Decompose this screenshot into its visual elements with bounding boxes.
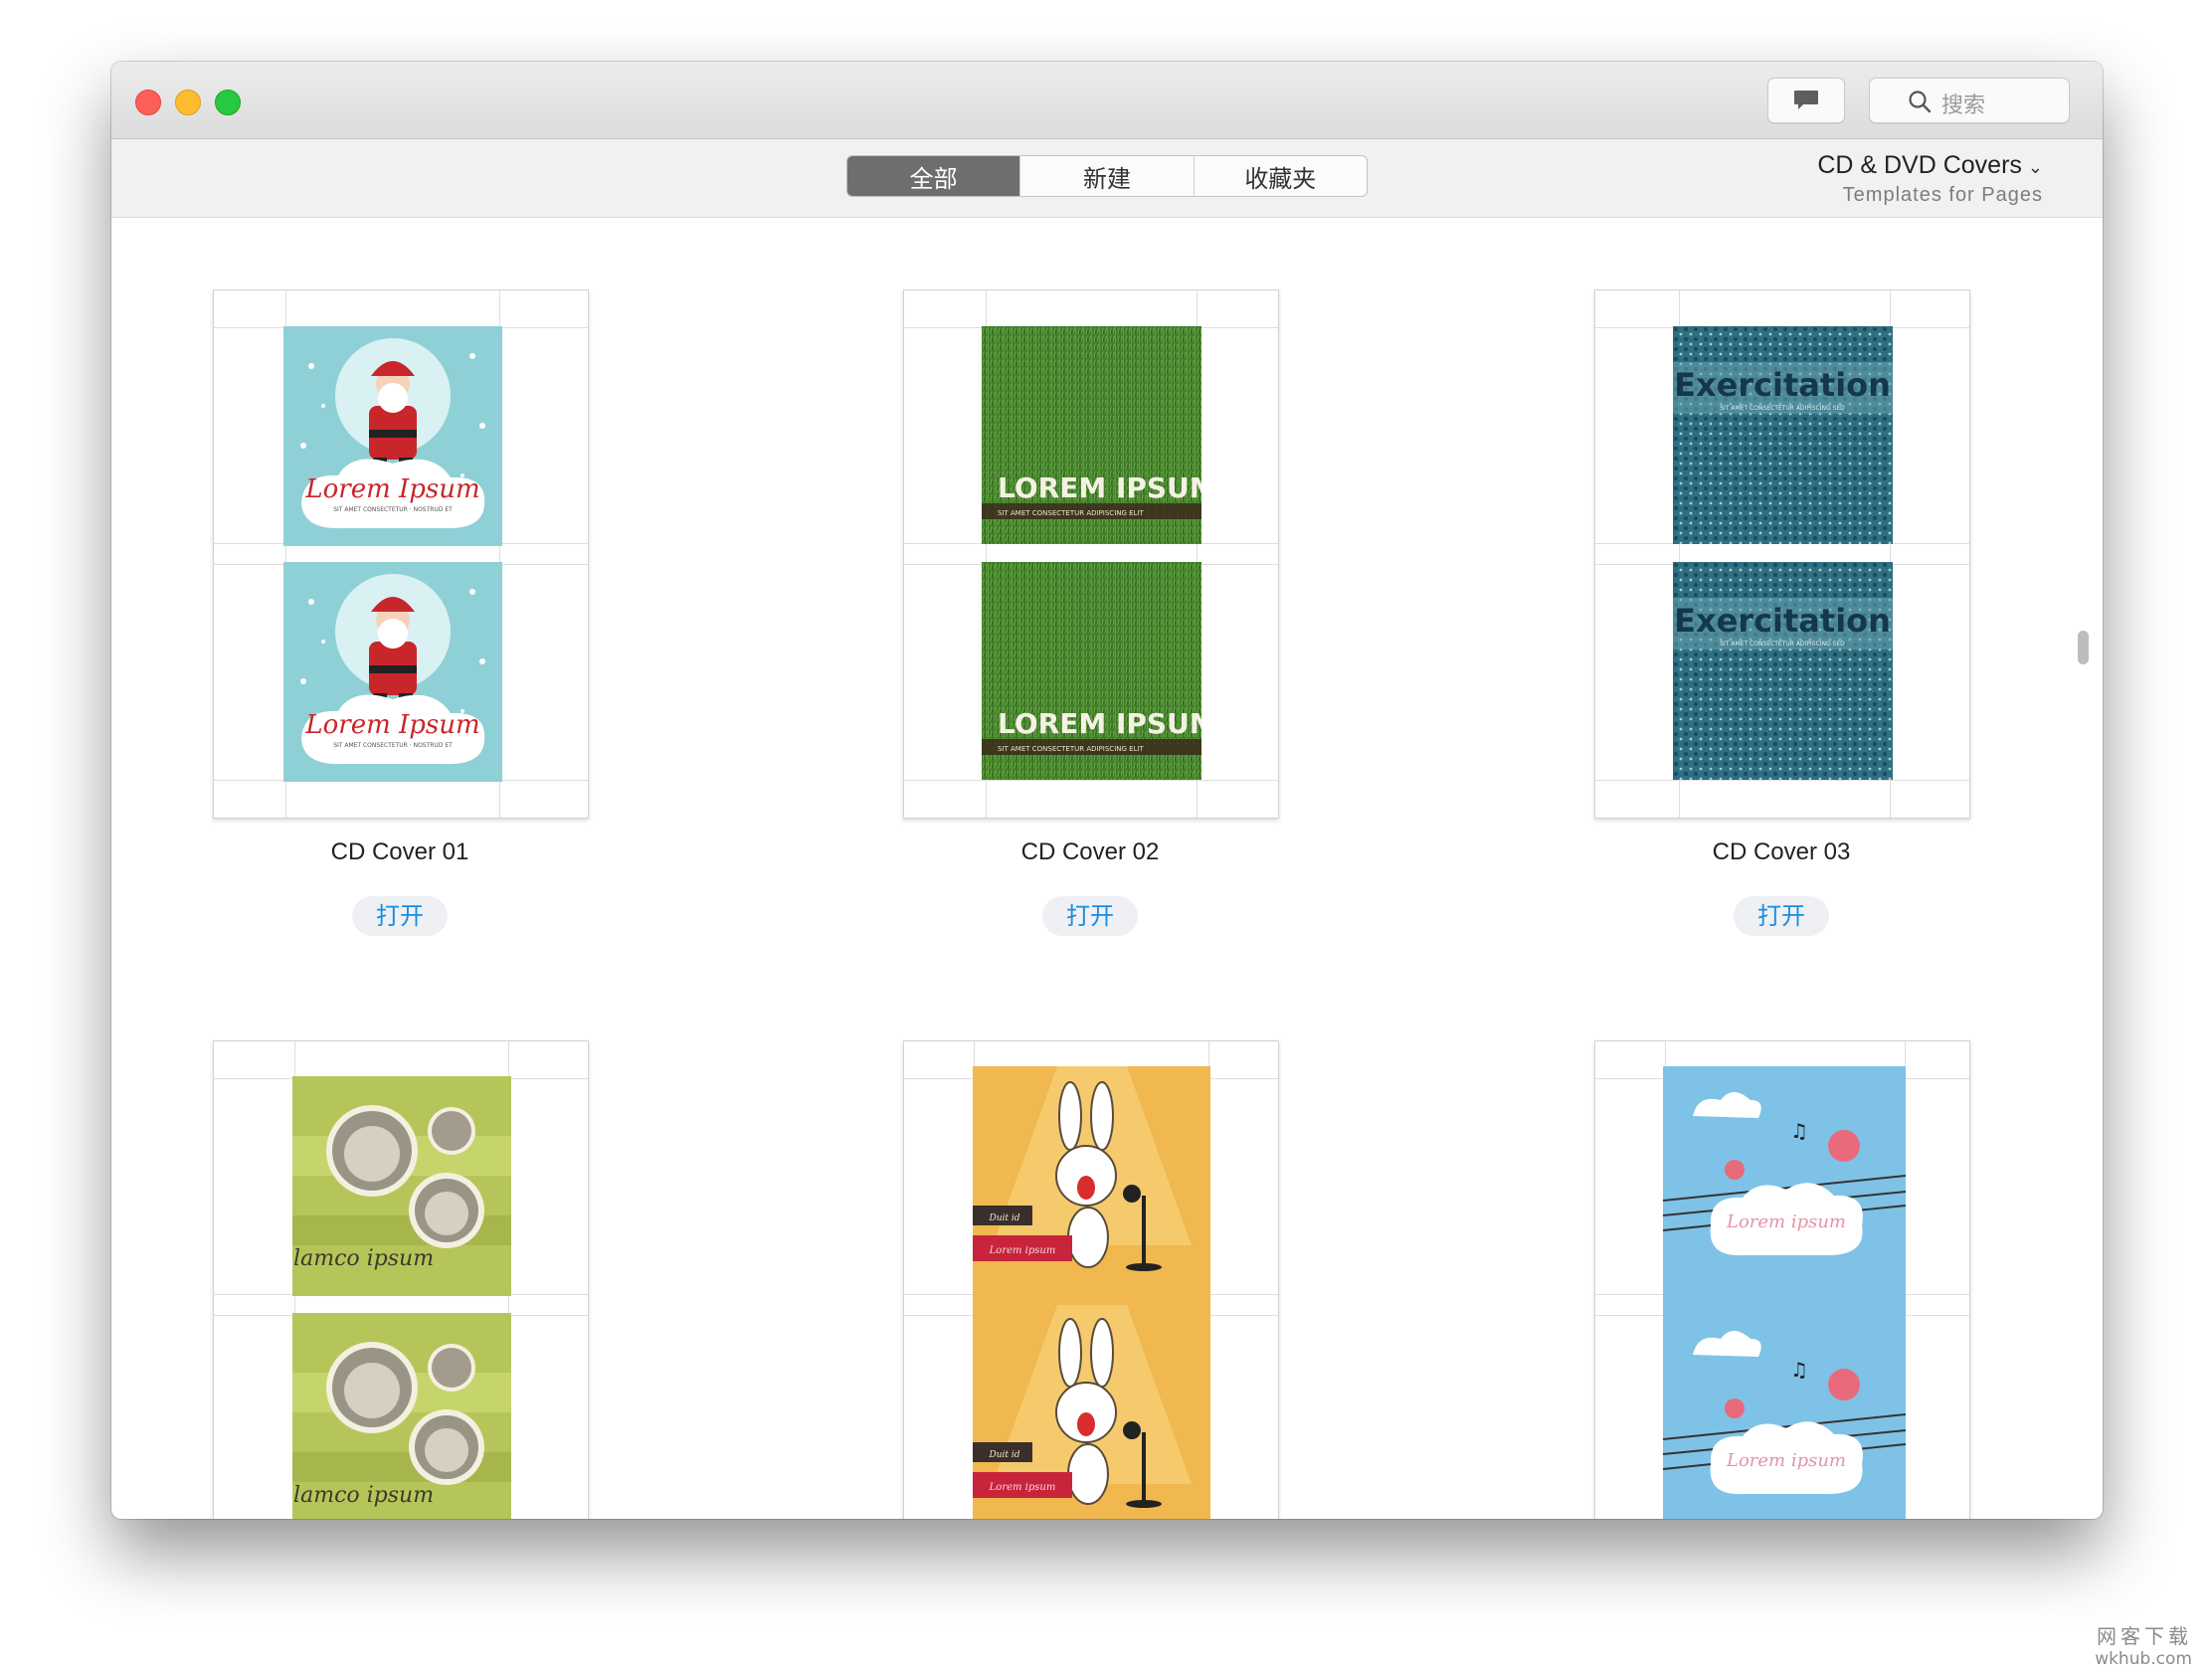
segment-all[interactable]: 全部 (847, 156, 1020, 196)
santa-cover-art: Lorem Ipsum SIT AMET CONSECTETUR · NOSTR… (283, 562, 502, 782)
chevron-down-icon: ⌄ (2027, 157, 2043, 177)
cover-subtitle-text: SIT AMET CONSECTETUR ADIPISCING SED (1720, 641, 1845, 648)
segment-favorites[interactable]: 收藏夹 (1193, 156, 1367, 196)
segment-new[interactable]: 新建 (1019, 156, 1193, 196)
open-button[interactable]: 打开 (1734, 896, 1829, 936)
cover-subtitle-text: SIT AMET CONSECTETUR ADIPISCING ELIT (998, 509, 1145, 517)
cover-subtitle-text: SIT AMET CONSECTETUR ADIPISCING SED (1720, 405, 1845, 412)
cover-subtitle-text: SIT AMET CONSECTETUR · NOSTRUD ET (333, 506, 453, 513)
cover-front: LOREM IPSUM SIT AMET CONSECTETUR ADIPISC… (982, 326, 1201, 544)
santa-cover-art: Lorem Ipsum SIT AMET CONSECTETUR · NOSTR… (283, 326, 502, 546)
template-thumbnail[interactable]: ♫ Lorem ipsum ♫ Lorem ipsum (1594, 1040, 1970, 1519)
watermark: 网客下载 wkhub.com (2095, 1620, 2192, 1669)
cover-title-text: Ellamco ipsum (292, 1483, 434, 1508)
template-thumbnail[interactable]: Lorem Ipsum SIT AMET CONSECTETUR · NOSTR… (213, 289, 589, 819)
cover-title-text: Ellamco ipsum (292, 1246, 434, 1271)
music-note-icon: ♫ (1790, 1119, 1808, 1143)
cover-title-text: Lorem ipsum (989, 1482, 1056, 1493)
title-bar: 搜索 (111, 62, 2103, 139)
cover-art: ♫ Lorem ipsum ♫ Lorem ipsum (1663, 1066, 1906, 1519)
template-card: Ellamco ipsum (213, 1040, 589, 1519)
cover-title-text: Lorem ipsum (1726, 1450, 1846, 1471)
category-subtitle: Templates for Pages (1842, 184, 2043, 206)
music-note-icon: ♫ (1790, 1358, 1808, 1382)
magnifier-icon (1909, 91, 1932, 113)
app-window: 搜索 全部 新建 收藏夹 CD & DVD Covers ⌄ Templates … (111, 62, 2103, 1519)
dots-cover-art: Exercitation SIT AMET CONSECTETUR ADIPIS… (1673, 326, 1893, 544)
template-card: Lorem Ipsum SIT AMET CONSECTETUR · NOSTR… (213, 289, 589, 936)
cover-title-text: Exercitation (1674, 366, 1891, 404)
template-thumbnail[interactable]: Ellamco ipsum (213, 1040, 589, 1519)
category-selector[interactable]: CD & DVD Covers ⌄ Templates for Pages (1817, 151, 2043, 207)
cover-title-text: Lorem Ipsum (304, 474, 479, 504)
cover-subtitle-text: Duit id (988, 1213, 1019, 1223)
close-window-button[interactable] (135, 90, 161, 115)
cover-front: Exercitation SIT AMET CONSECTETUR ADIPIS… (1673, 326, 1893, 544)
template-card: Exercitation SIT AMET CONSECTETUR ADIPIS… (1594, 289, 1970, 936)
cover-subtitle-text: SIT AMET CONSECTETUR · NOSTRUD ET (333, 742, 453, 749)
cover-front: Ellamco ipsum (292, 1076, 511, 1296)
template-card: ♫ Lorem ipsum ♫ Lorem ipsum (1594, 1040, 1970, 1519)
open-button[interactable]: 打开 (1042, 896, 1138, 936)
filter-segmented-control: 全部 新建 收藏夹 (846, 155, 1368, 197)
template-name: CD Cover 01 (330, 838, 469, 865)
cover-title-text: LOREM IPSUM (998, 707, 1201, 740)
cover-subtitle-text: Duit id (988, 1450, 1019, 1460)
zoom-window-button[interactable] (215, 90, 241, 115)
cover-title-text: Lorem ipsum (989, 1245, 1056, 1256)
cover-back: Lorem Ipsum SIT AMET CONSECTETUR · NOSTR… (283, 562, 502, 782)
template-grid: Lorem Ipsum SIT AMET CONSECTETUR · NOSTR… (111, 218, 2103, 1519)
baby-cover-art: Ellamco ipsum (292, 1076, 511, 1296)
template-name: CD Cover 02 (1020, 838, 1160, 865)
cover-back: LOREM IPSUM SIT AMET CONSECTETUR ADIPISC… (982, 562, 1201, 780)
template-thumbnail[interactable]: Exercitation SIT AMET CONSECTETUR ADIPIS… (1594, 289, 1970, 819)
cover-title-text: Lorem ipsum (1726, 1211, 1846, 1232)
speech-bubble-icon (1794, 91, 1818, 109)
dots-cover-art: Exercitation SIT AMET CONSECTETUR ADIPIS… (1673, 562, 1893, 780)
category-title: CD & DVD Covers (1817, 151, 2022, 179)
template-name: CD Cover 03 (1712, 838, 1851, 865)
template-thumbnail[interactable]: LOREM IPSUM SIT AMET CONSECTETUR ADIPISC… (903, 289, 1279, 819)
cover-back: Exercitation SIT AMET CONSECTETUR ADIPIS… (1673, 562, 1893, 780)
cover-title-text: LOREM IPSUM (998, 471, 1201, 504)
cover-front: Lorem Ipsum SIT AMET CONSECTETUR · NOSTR… (283, 326, 502, 546)
watermark-line2: wkhub.com (2095, 1649, 2192, 1669)
watermark-line1: 网客下载 (2097, 1624, 2192, 1648)
toolbar: 全部 新建 收藏夹 CD & DVD Covers ⌄ Templates for… (111, 139, 2103, 218)
birds-cover-art: ♫ Lorem ipsum ♫ Lorem ipsum (1663, 1066, 1906, 1519)
cover-back: Ellamco ipsum (292, 1313, 511, 1519)
search-placeholder: 搜索 (1941, 93, 1986, 118)
grass-cover-art: LOREM IPSUM SIT AMET CONSECTETUR ADIPISC… (982, 562, 1201, 780)
template-card: Duit id Lorem ipsum Duit id Lorem ipsum (903, 1040, 1279, 1519)
template-card: LOREM IPSUM SIT AMET CONSECTETUR ADIPISC… (903, 289, 1279, 936)
cover-title-text: Exercitation (1674, 602, 1891, 640)
cover-subtitle-text: SIT AMET CONSECTETUR ADIPISCING ELIT (998, 745, 1145, 753)
baby-cover-art: Ellamco ipsum (292, 1313, 511, 1519)
cover-art: Duit id Lorem ipsum Duit id Lorem ipsum (973, 1066, 1210, 1519)
template-thumbnail[interactable]: Duit id Lorem ipsum Duit id Lorem ipsum (903, 1040, 1279, 1519)
grass-cover-art: LOREM IPSUM SIT AMET CONSECTETUR ADIPISC… (982, 326, 1201, 544)
comments-button[interactable] (1767, 78, 1845, 123)
minimize-window-button[interactable] (175, 90, 201, 115)
bunny-cover-art: Duit id Lorem ipsum Duit id Lorem ipsum (973, 1066, 1210, 1519)
search-field[interactable]: 搜索 (1869, 78, 2070, 123)
open-button[interactable]: 打开 (352, 896, 448, 936)
cover-title-text: Lorem Ipsum (304, 710, 479, 740)
